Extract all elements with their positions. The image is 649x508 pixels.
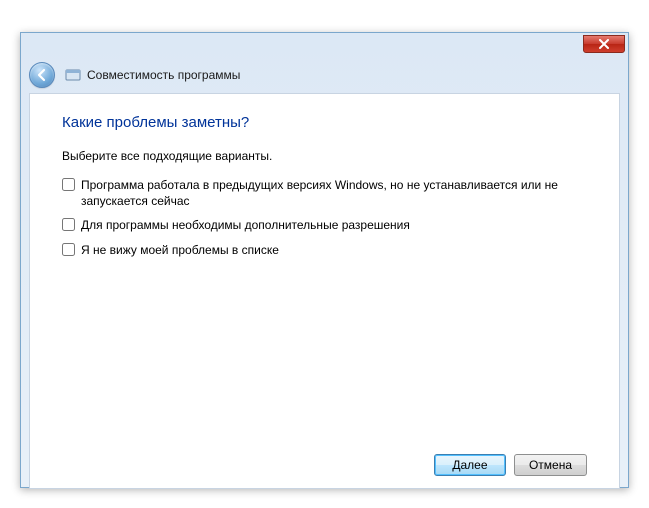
option-label[interactable]: Я не вижу моей проблемы в списке [81, 242, 279, 258]
option-not-in-list: Я не вижу моей проблемы в списке [62, 240, 587, 260]
close-icon [599, 39, 609, 49]
close-button[interactable] [583, 35, 625, 53]
option-previous-windows: Программа работала в предыдущих версиях … [62, 175, 587, 211]
cancel-button[interactable]: Отмена [514, 454, 587, 476]
titlebar [21, 33, 628, 57]
content-area: Какие проблемы заметны? Выберите все под… [29, 93, 620, 489]
button-row: Далее Отмена [62, 446, 587, 476]
page-heading: Какие проблемы заметны? [62, 114, 587, 131]
back-button[interactable] [29, 62, 55, 88]
checkbox-previous-windows[interactable] [62, 178, 75, 191]
next-button[interactable]: Далее [434, 454, 506, 476]
checkbox-not-in-list[interactable] [62, 243, 75, 256]
option-additional-permissions: Для программы необходимы дополнительные … [62, 215, 587, 235]
program-icon [65, 67, 81, 83]
wizard-window: Совместимость программы Какие проблемы з… [20, 32, 629, 488]
checkbox-additional-permissions[interactable] [62, 218, 75, 231]
options-list: Программа работала в предыдущих версиях … [62, 175, 587, 446]
wizard-header: Совместимость программы [21, 57, 628, 93]
back-arrow-icon [35, 68, 49, 82]
instruction-text: Выберите все подходящие варианты. [62, 149, 587, 163]
option-label[interactable]: Программа работала в предыдущих версиях … [81, 177, 587, 209]
wizard-title: Совместимость программы [87, 68, 240, 82]
option-label[interactable]: Для программы необходимы дополнительные … [81, 217, 410, 233]
